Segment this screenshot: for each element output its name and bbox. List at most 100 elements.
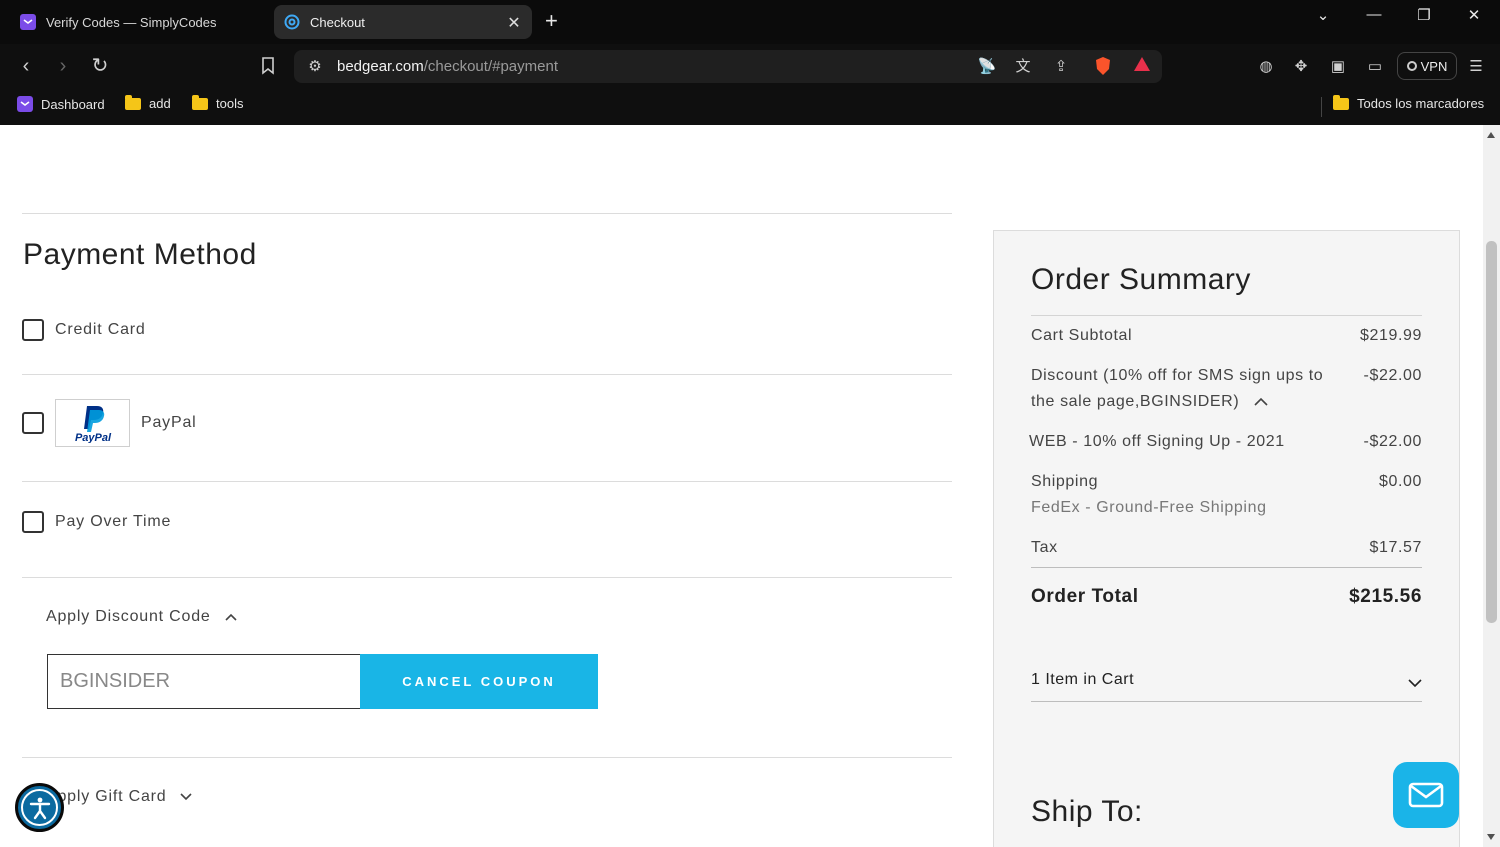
menu-icon[interactable]: ☰	[1465, 56, 1487, 78]
ship-to-title: Ship To:	[1031, 795, 1143, 828]
restore-button[interactable]: ❐	[1409, 6, 1439, 24]
navigation-bar: ‹ › ↻ ⚙ bedgear.com/checkout/#payment 📡 …	[0, 44, 1500, 88]
brave-rewards-icon[interactable]	[1131, 56, 1153, 78]
accessibility-icon	[21, 789, 58, 826]
paypal-logo: PayPal	[55, 399, 130, 447]
tab-title: Verify Codes — SimplyCodes	[46, 14, 217, 30]
summary-row-shipping: Shipping $0.00	[1031, 469, 1422, 495]
vpn-button[interactable]: VPN	[1397, 52, 1457, 80]
folder-icon	[125, 94, 141, 110]
bookmark-label: Todos los marcadores	[1357, 96, 1485, 111]
folder-icon	[1333, 94, 1349, 110]
divider	[1031, 315, 1422, 316]
row-label: Tax	[1031, 539, 1058, 556]
url-text: bedgear.com/checkout/#payment	[337, 58, 558, 75]
reload-button[interactable]: ↻	[87, 52, 113, 80]
site-settings-icon[interactable]: ⚙	[304, 56, 326, 78]
credit-card-checkbox[interactable]	[22, 319, 44, 341]
brave-shield-icon[interactable]	[1092, 56, 1114, 78]
divider	[22, 481, 952, 482]
order-summary-panel: Order Summary Cart Subtotal $219.99 Disc…	[993, 230, 1460, 847]
back-button[interactable]: ‹	[13, 52, 39, 80]
globe-icon[interactable]: ◍	[1255, 56, 1277, 78]
order-summary-title: Order Summary	[1031, 263, 1251, 296]
folder-icon	[192, 94, 208, 110]
summary-row-web-discount: WEB - 10% off Signing Up - 2021 -$22.00	[1029, 429, 1422, 455]
divider	[22, 757, 952, 758]
chat-button[interactable]	[1393, 762, 1459, 828]
shipping-method: FedEx - Ground-Free Shipping	[1031, 499, 1267, 516]
row-label: Discount (10% off for SMS sign ups to th…	[1031, 363, 1331, 415]
scroll-thumb[interactable]	[1486, 241, 1497, 623]
chevron-up-icon[interactable]	[1254, 397, 1268, 406]
tab-verify-codes[interactable]: Verify Codes — SimplyCodes	[0, 5, 265, 39]
divider	[22, 374, 952, 375]
summary-row-subtotal: Cart Subtotal $219.99	[1031, 323, 1422, 349]
bedgear-icon	[284, 14, 300, 30]
apply-gift-card-toggle[interactable]: Apply Gift Card	[46, 788, 193, 806]
row-value: -$22.00	[1363, 367, 1422, 384]
row-label: Cart Subtotal	[1031, 327, 1133, 344]
scroll-down-icon[interactable]	[1487, 834, 1495, 840]
minimize-button[interactable]: —	[1359, 6, 1389, 23]
bookmark-label: add	[149, 96, 171, 111]
tab-checkout[interactable]: Checkout ✕	[274, 5, 532, 39]
new-tab-button[interactable]: +	[545, 8, 558, 34]
window-close-button[interactable]: ✕	[1459, 6, 1489, 24]
divider	[1031, 567, 1422, 568]
url-domain: bedgear.com	[337, 58, 424, 75]
apply-discount-toggle[interactable]: Apply Discount Code	[46, 608, 237, 626]
chevron-up-icon	[225, 613, 237, 621]
row-value: $17.57	[1369, 539, 1422, 556]
extensions-icon[interactable]: ✥	[1290, 56, 1312, 78]
items-in-cart-toggle[interactable]: 1 Item in Cart	[1031, 671, 1422, 689]
discount-label-text: Discount (10% off for SMS sign ups to th…	[1031, 367, 1324, 410]
chevron-down-icon	[1408, 679, 1422, 688]
all-bookmarks[interactable]: Todos los marcadores	[1333, 94, 1485, 111]
bookmark-tools[interactable]: tools	[192, 94, 244, 111]
bookmark-add[interactable]: add	[125, 94, 171, 111]
bookmark-label: tools	[216, 96, 244, 111]
paypal-checkbox[interactable]	[22, 412, 44, 434]
summary-row-discount[interactable]: Discount (10% off for SMS sign ups to th…	[1031, 363, 1422, 415]
row-label: WEB - 10% off Signing Up - 2021	[1029, 433, 1285, 450]
url-path: /checkout/#payment	[423, 58, 558, 75]
page-scrollbar[interactable]	[1483, 125, 1500, 847]
chevron-down-icon[interactable]: ⌄	[1308, 6, 1338, 24]
payment-option-paypal[interactable]: PayPal PayPal	[22, 399, 197, 447]
row-value: -$22.00	[1363, 433, 1422, 450]
broadcast-icon[interactable]: 📡	[976, 56, 998, 78]
scroll-up-icon[interactable]	[1487, 132, 1495, 138]
translate-icon[interactable]: 文	[1012, 56, 1034, 78]
bookmark-icon[interactable]	[255, 52, 281, 80]
summary-row-tax: Tax $17.57	[1031, 535, 1422, 561]
pay-over-time-checkbox[interactable]	[22, 511, 44, 533]
payment-option-credit-card[interactable]: Credit Card	[22, 319, 146, 341]
cancel-coupon-button[interactable]: CANCEL COUPON	[360, 654, 598, 709]
divider	[22, 213, 952, 214]
mail-icon	[1408, 782, 1444, 808]
payment-method-title: Payment Method	[23, 238, 257, 271]
accessibility-button[interactable]	[15, 783, 64, 832]
close-icon[interactable]: ✕	[506, 13, 522, 33]
sidebar-icon[interactable]: ▣	[1327, 56, 1349, 78]
gift-card-toggle-label: Apply Gift Card	[46, 788, 167, 805]
forward-button[interactable]: ›	[50, 52, 76, 80]
paypal-logo-text: PayPal	[74, 432, 111, 443]
simplycodes-icon	[17, 96, 33, 112]
share-icon[interactable]: ⇪	[1050, 56, 1072, 78]
address-bar[interactable]: ⚙ bedgear.com/checkout/#payment 📡 文 ⇪	[294, 50, 1162, 83]
row-value: $219.99	[1359, 327, 1422, 344]
payment-option-pay-over-time[interactable]: Pay Over Time	[22, 511, 171, 533]
order-total-row: Order Total $215.56	[1031, 586, 1422, 608]
vpn-label: VPN	[1420, 58, 1448, 74]
option-label: Credit Card	[55, 321, 146, 338]
order-total-value: $215.56	[1349, 586, 1422, 607]
chevron-down-icon	[180, 793, 193, 801]
divider	[1031, 701, 1422, 702]
browser-chrome: Verify Codes — SimplyCodes Checkout ✕ + …	[0, 0, 1500, 125]
discount-code-input[interactable]	[47, 654, 361, 709]
bookmark-dashboard[interactable]: Dashboard	[17, 96, 105, 112]
wallet-icon[interactable]: ▭	[1364, 56, 1386, 78]
tab-title: Checkout	[310, 14, 365, 30]
